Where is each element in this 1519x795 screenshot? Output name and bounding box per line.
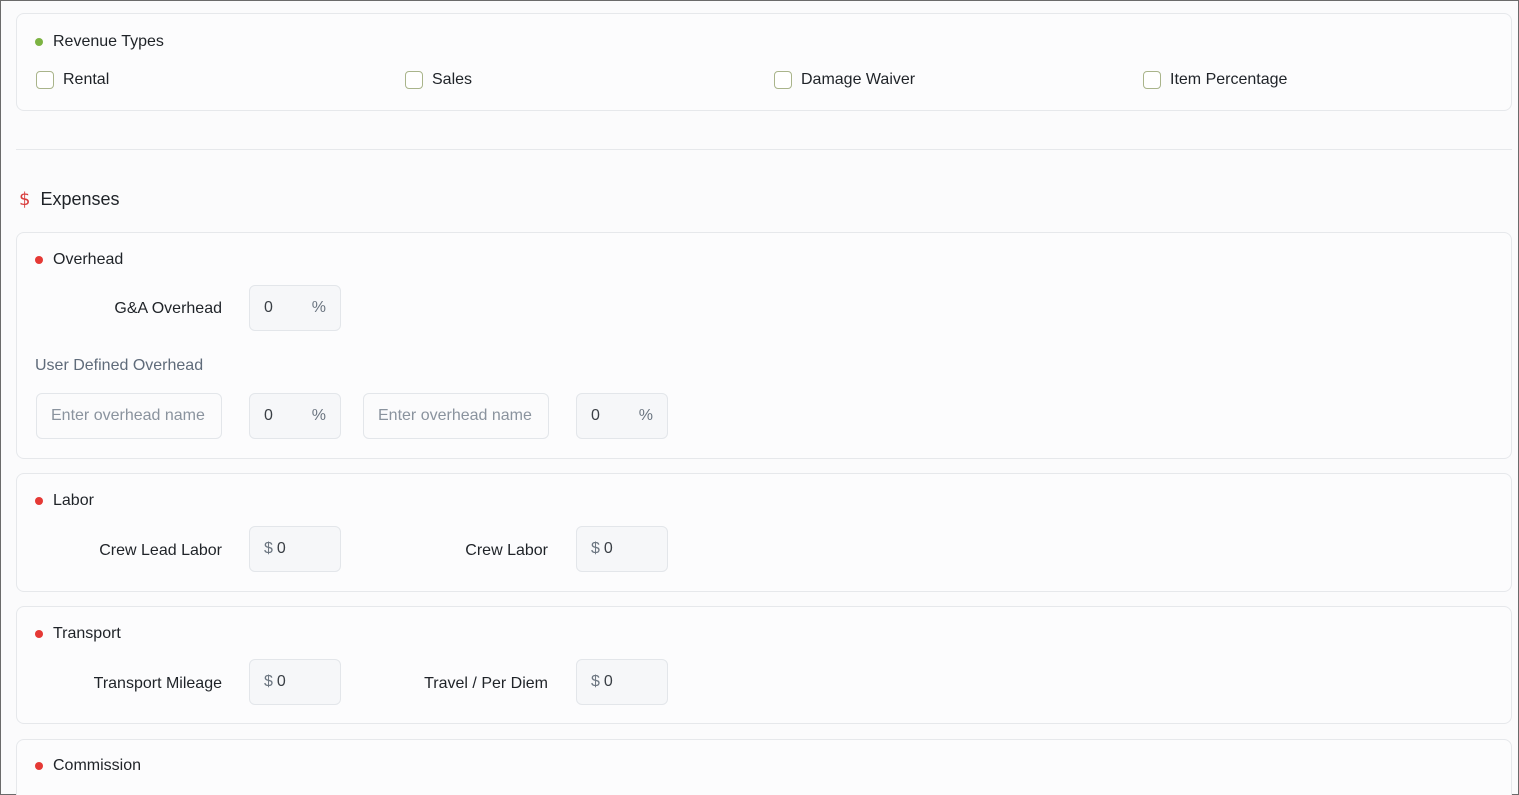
checkbox-icon[interactable]	[405, 71, 423, 89]
currency-symbol: $	[591, 673, 600, 690]
crew-lead-labor-input[interactable]: $ 0	[249, 526, 341, 572]
section-divider	[16, 149, 1512, 150]
overhead-name-input-2[interactable]: Enter overhead name	[363, 393, 549, 439]
overhead-card: Overhead G&A Overhead 0 % User Defined O…	[16, 232, 1512, 459]
transport-title: Transport	[35, 625, 121, 643]
overhead-name-placeholder-1: Enter overhead name	[51, 407, 205, 424]
ga-overhead-value: 0	[264, 299, 273, 316]
percent-unit: %	[311, 299, 326, 316]
overhead-percent-input-2[interactable]: 0 %	[576, 393, 668, 439]
overhead-percent-value-1: 0	[264, 407, 273, 424]
overhead-name-input-1[interactable]: Enter overhead name	[36, 393, 222, 439]
ga-overhead-input[interactable]: 0 %	[249, 285, 341, 331]
revenue-types-label: Revenue Types	[53, 33, 164, 50]
crew-labor-label: Crew Labor	[465, 542, 548, 559]
revenue-types-card: Revenue Types Rental Sales Damage Waiver…	[16, 13, 1512, 111]
transport-mileage-label: Transport Mileage	[93, 675, 222, 692]
currency-symbol: $	[264, 540, 273, 557]
green-dot-icon	[35, 38, 43, 46]
commission-label: Commission	[53, 757, 142, 774]
checkbox-rental-label: Rental	[63, 71, 110, 88]
checkbox-rental[interactable]: Rental	[36, 71, 109, 89]
checkbox-sales[interactable]: Sales	[405, 71, 472, 89]
percent-unit: %	[638, 407, 653, 424]
crew-labor-value: 0	[603, 540, 613, 557]
overhead-percent-input-1[interactable]: 0 %	[249, 393, 341, 439]
labor-label: Labor	[53, 492, 94, 509]
crew-lead-labor-label: Crew Lead Labor	[99, 542, 222, 559]
overhead-title: Overhead	[35, 251, 123, 269]
crew-labor-input[interactable]: $ 0	[576, 526, 668, 572]
user-defined-overhead-label: User Defined Overhead	[35, 357, 204, 374]
crew-lead-labor-value: 0	[276, 540, 286, 557]
labor-card: Labor Crew Lead Labor $ 0 Crew Labor $ 0	[16, 473, 1512, 592]
red-dot-icon	[35, 762, 43, 770]
checkbox-damage-waiver-label: Damage Waiver	[801, 71, 916, 88]
checkbox-icon[interactable]	[774, 71, 792, 89]
checkbox-item-percentage[interactable]: Item Percentage	[1143, 71, 1287, 89]
labor-title: Labor	[35, 492, 94, 510]
revenue-types-title: Revenue Types	[35, 33, 164, 51]
ga-overhead-label: G&A Overhead	[114, 300, 222, 317]
red-dot-icon	[35, 497, 43, 505]
transport-card: Transport Transport Mileage $ 0 Travel /…	[16, 606, 1512, 724]
expenses-title: Expenses	[40, 189, 120, 209]
percent-unit: %	[311, 407, 326, 424]
transport-mileage-input[interactable]: $ 0	[249, 659, 341, 705]
checkbox-icon[interactable]	[1143, 71, 1161, 89]
red-dot-icon	[35, 256, 43, 264]
transport-label: Transport	[53, 625, 121, 642]
checkbox-sales-label: Sales	[432, 71, 473, 88]
checkbox-damage-waiver[interactable]: Damage Waiver	[774, 71, 915, 89]
commission-card: Commission	[16, 739, 1512, 795]
currency-symbol: $	[264, 673, 273, 690]
checkbox-icon[interactable]	[36, 71, 54, 89]
red-dot-icon	[35, 630, 43, 638]
commission-title: Commission	[35, 757, 141, 775]
travel-per-diem-input[interactable]: $ 0	[576, 659, 668, 705]
overhead-percent-value-2: 0	[591, 407, 600, 424]
overhead-label: Overhead	[53, 251, 124, 268]
travel-per-diem-value: 0	[603, 673, 613, 690]
overhead-name-placeholder-2: Enter overhead name	[378, 407, 532, 424]
expenses-header: $ Expenses	[19, 189, 120, 210]
transport-mileage-value: 0	[276, 673, 286, 690]
checkbox-item-percentage-label: Item Percentage	[1170, 71, 1288, 88]
travel-per-diem-label: Travel / Per Diem	[424, 675, 548, 692]
currency-symbol: $	[591, 540, 600, 557]
dollar-icon: $	[19, 189, 31, 210]
